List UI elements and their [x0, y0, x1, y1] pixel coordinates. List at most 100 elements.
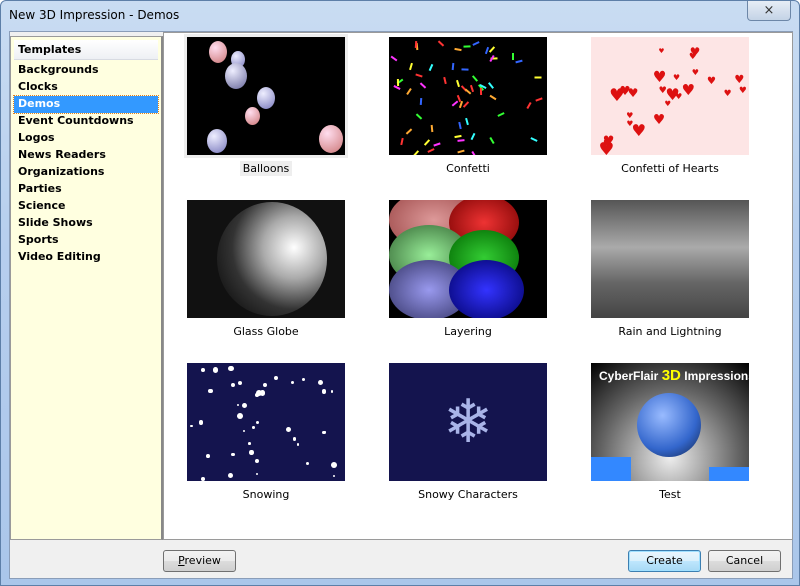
decoration [456, 80, 461, 88]
decoration [489, 95, 497, 101]
category-item[interactable]: Clocks [14, 79, 158, 96]
template-snowy-characters[interactable]: ❄ Snowy Characters [383, 359, 553, 509]
template-balloons[interactable]: Balloons [181, 33, 351, 183]
template-confetti[interactable]: Confetti [383, 33, 553, 183]
decoration [454, 47, 462, 51]
decoration [488, 46, 495, 53]
decoration: ♥ [681, 81, 695, 100]
template-rain-and-lightning[interactable]: Rain and Lightning [585, 196, 755, 346]
decoration [419, 97, 423, 105]
decoration [488, 82, 495, 89]
decoration [332, 474, 335, 477]
category-item[interactable]: News Readers [14, 147, 158, 164]
decoration [405, 88, 412, 96]
decoration [255, 393, 259, 398]
decoration [228, 472, 234, 478]
thumbnail [187, 37, 345, 155]
create-button[interactable]: Create [628, 550, 701, 572]
close-button[interactable]: × [747, 1, 791, 21]
decoration [442, 77, 447, 85]
decoration [273, 376, 278, 381]
decoration: ♥ [652, 68, 667, 87]
decoration [427, 148, 435, 153]
decoration [471, 75, 478, 82]
decoration [305, 461, 309, 465]
decoration [470, 132, 476, 140]
thumbnail [187, 200, 345, 318]
decoration: ♥ [706, 75, 717, 87]
decoration [511, 52, 514, 60]
decoration [409, 62, 414, 70]
cancel-button[interactable]: Cancel [708, 550, 781, 572]
template-label: Test [659, 488, 681, 501]
decoration [190, 424, 193, 428]
decoration [461, 68, 469, 71]
category-item[interactable]: Science [14, 198, 158, 215]
template-label: Balloons [239, 161, 293, 176]
decoration [206, 454, 211, 459]
decoration [438, 40, 445, 47]
decoration: ♥ [652, 111, 666, 128]
decoration [525, 102, 532, 110]
template-label: Layering [444, 325, 492, 338]
decoration [262, 383, 267, 388]
decoration [249, 450, 254, 455]
template-category-list: Templates Backgrounds Clocks Demos Event Co… [10, 36, 163, 540]
template-snowing[interactable]: Snowing [181, 359, 351, 509]
category-item[interactable]: Logos [14, 130, 158, 147]
decoration: ♥ [673, 73, 681, 83]
decoration [497, 111, 505, 117]
decoration [413, 150, 420, 155]
close-icon: × [763, 3, 775, 18]
thumbnail: ❄ [389, 363, 547, 481]
category-item[interactable]: Parties [14, 181, 158, 198]
decoration [231, 452, 235, 457]
template-confetti-of-hearts[interactable]: ♥ ♥ ♥ ♥ ♥ ♥ ♥ ♥ ♥ ♥ ♥ ♥ ♥ ♥ ♥ ♥ ♥ ♥ ♥ ♥ ♥ ♥ ♥ ♥ ♥ Confetti of He… [585, 33, 755, 183]
template-label: Confetti of Hearts [621, 162, 719, 175]
decoration: ♥ [688, 51, 697, 62]
decoration [420, 82, 427, 89]
decoration [317, 379, 323, 386]
decoration [457, 149, 465, 154]
decoration: ♥ [734, 72, 745, 86]
category-item[interactable]: Event Countdowns [14, 113, 158, 130]
decoration: ♥ [619, 83, 631, 99]
decoration [200, 368, 205, 373]
decoration [393, 85, 401, 91]
decoration [241, 403, 247, 409]
logo-suffix: Impressions [684, 369, 749, 383]
decoration [489, 136, 495, 145]
category-item[interactable]: Video Editing [14, 249, 158, 266]
thumbnail [591, 200, 749, 318]
decoration [302, 378, 306, 382]
decoration [400, 138, 404, 146]
template-label: Glass Globe [233, 325, 299, 338]
decoration [237, 404, 240, 407]
category-item[interactable]: Slide Shows [14, 215, 158, 232]
preview-button[interactable]: Preview [163, 550, 236, 572]
category-item[interactable]: Sports [14, 232, 158, 249]
template-label: Rain and Lightning [618, 325, 722, 338]
template-test[interactable]: CyberFlair 3D Impressions Test [585, 359, 755, 509]
decoration [248, 441, 251, 445]
decoration [423, 138, 431, 146]
decoration: ♥ [602, 138, 611, 149]
category-item[interactable]: Demos [13, 95, 159, 114]
decoration [255, 459, 259, 464]
decoration [428, 64, 434, 72]
category-item[interactable]: Organizations [14, 164, 158, 181]
list-header: Templates [14, 40, 158, 60]
decoration [433, 142, 441, 147]
decoration [200, 476, 205, 481]
decoration [464, 88, 472, 95]
decoration [472, 40, 480, 46]
decoration [213, 367, 219, 373]
dialog-window: New 3D Impression - Demos × Templates Ba… [0, 0, 800, 586]
decoration [255, 472, 259, 476]
decoration: ♥ [723, 88, 732, 99]
category-item[interactable]: Backgrounds [14, 62, 158, 79]
template-glass-globe[interactable]: Glass Globe [181, 196, 351, 346]
template-layering[interactable]: Layering [383, 196, 553, 346]
decoration: ♥ [631, 121, 647, 141]
decoration [255, 421, 259, 425]
